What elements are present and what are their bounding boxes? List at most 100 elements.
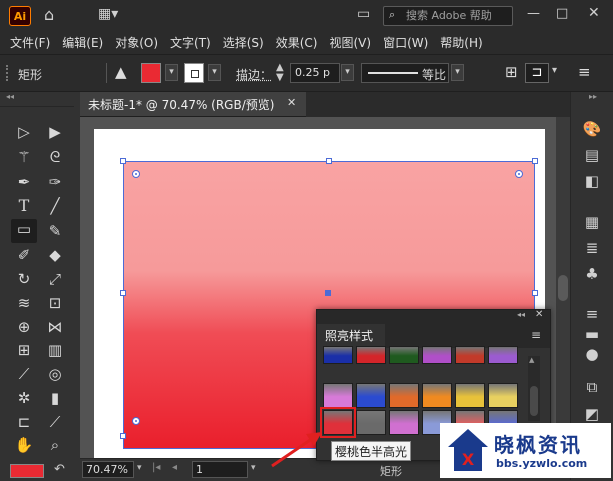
pen-tool-icon[interactable]: ✒ [14, 172, 34, 192]
slice-tool-icon[interactable]: ⟋ [45, 412, 65, 432]
corner-radius-widget[interactable] [515, 170, 523, 178]
zoom-tool-icon[interactable]: ⌕ [45, 435, 65, 455]
eyedropper-tool-icon[interactable]: ⟋ [14, 364, 34, 384]
transparency-panel-icon[interactable]: ● [582, 344, 602, 364]
magic-wand-tool-icon[interactable]: ⚚ [14, 147, 34, 167]
hand-tool-icon[interactable]: ✋ [14, 435, 34, 455]
stroke-weight-dropdown-icon[interactable]: ▾ [341, 64, 354, 81]
document-tab[interactable]: 未标题-1* @ 70.47% (RGB/预览) ✕ [80, 92, 306, 117]
expand-panels-icon[interactable]: ▸▸ [589, 92, 597, 101]
corner-radius-widget[interactable] [132, 170, 140, 178]
stroke-dropdown-icon[interactable]: ▾ [208, 64, 221, 81]
free-transform-tool-icon[interactable]: ⊡ [45, 293, 65, 313]
scroll-up-icon[interactable]: ▲ [529, 356, 534, 364]
align-dropdown-icon[interactable]: ▾ [552, 65, 557, 76]
menu-effect[interactable]: 效果(C) [270, 32, 324, 54]
search-input[interactable]: 搜索 Adobe 帮助 [383, 6, 513, 26]
menu-edit[interactable]: 编辑(E) [56, 32, 109, 54]
blend-tool-icon[interactable]: ◎ [45, 364, 65, 384]
appearance-panel-icon[interactable]: ⧉ [582, 377, 602, 397]
panel-toggle-icon[interactable]: ▭ [357, 6, 370, 22]
minimize-icon[interactable]: — [527, 6, 540, 21]
graphic-style-swatch[interactable] [488, 383, 518, 408]
graphic-style-swatch[interactable] [323, 346, 353, 364]
more-options-icon[interactable]: ≡ [578, 63, 591, 81]
graphic-style-swatch[interactable] [455, 383, 485, 408]
type-tool-icon[interactable]: T [14, 196, 34, 216]
profile-dropdown-icon[interactable]: ▾ [451, 64, 464, 81]
menu-select[interactable]: 选择(S) [217, 32, 270, 54]
graphic-style-swatch[interactable] [356, 383, 386, 408]
selection-tool-icon[interactable]: ▷ [14, 122, 34, 142]
stroke-panel-icon[interactable]: ≡ [582, 304, 602, 324]
properties-panel-icon[interactable]: ▤ [582, 145, 602, 165]
stroke-label[interactable]: 描边： [236, 66, 272, 83]
close-window-icon[interactable]: ✕ [588, 5, 600, 21]
handle-top-right[interactable] [532, 158, 538, 164]
symbols-panel-icon[interactable]: ♣ [582, 264, 602, 284]
drag-handle[interactable] [6, 65, 10, 81]
graphic-style-swatch[interactable] [455, 346, 485, 364]
shaper-tool-icon[interactable]: ✐ [14, 245, 34, 265]
gradient-tool-icon[interactable]: ▥ [45, 340, 65, 360]
panel-scrollbar[interactable]: ▲ [528, 356, 540, 421]
artboard-number-input[interactable]: 1 [192, 461, 248, 478]
handle-top-left[interactable] [120, 158, 126, 164]
close-document-icon[interactable]: ✕ [287, 96, 296, 109]
artboard-dropdown-icon[interactable]: ▾ [251, 463, 256, 473]
perspective-grid-tool-icon[interactable]: ⋈ [45, 317, 65, 337]
graphic-style-swatch[interactable] [323, 383, 353, 408]
fill-stroke-swatch[interactable] [10, 464, 44, 478]
variable-width-profile-select[interactable]: 等比 [361, 63, 449, 83]
arrange-documents-icon[interactable]: ▦▾ [98, 6, 118, 22]
layers-panel-icon[interactable]: ◧ [582, 171, 602, 191]
maximize-icon[interactable]: □ [556, 6, 568, 21]
collapse-panel-icon[interactable]: ◂◂ [517, 310, 525, 319]
handle-bottom-left[interactable] [120, 433, 126, 439]
graphic-style-swatch[interactable] [356, 410, 386, 435]
rotate-tool-icon[interactable]: ↻ [14, 269, 34, 289]
scroll-thumb[interactable] [530, 386, 538, 416]
swap-fill-stroke-icon[interactable]: ↶ [54, 462, 65, 477]
panel-menu-icon[interactable]: ≡ [531, 328, 541, 342]
gradient-panel-icon[interactable]: ▬ [582, 324, 602, 344]
first-artboard-icon[interactable]: |◂ [152, 462, 160, 473]
align-grid-icon[interactable]: ⊞ [505, 63, 518, 81]
scale-tool-icon[interactable]: ⤢ [45, 269, 65, 289]
menu-help[interactable]: 帮助(H) [434, 32, 488, 54]
eraser-tool-icon[interactable]: ◆ [45, 245, 65, 265]
collapse-panel-icon[interactable]: ◂◂ [6, 92, 14, 101]
line-tool-icon[interactable]: ╱ [45, 196, 65, 216]
corner-radius-widget[interactable] [132, 417, 140, 425]
direct-selection-tool-icon[interactable]: ▶ [45, 122, 65, 142]
menu-file[interactable]: 文件(F) [4, 32, 56, 54]
stroke-stepper-icon[interactable]: ▲ ▼ [276, 63, 284, 83]
previous-artboard-icon[interactable]: ◂ [172, 462, 177, 473]
curvature-tool-icon[interactable]: ✑ [45, 172, 65, 192]
graphic-style-swatch[interactable] [422, 383, 452, 408]
column-graph-tool-icon[interactable]: ▮ [45, 388, 65, 408]
paintbrush-tool-icon[interactable]: ✎ [45, 221, 65, 241]
shape-builder-tool-icon[interactable]: ⊕ [14, 317, 34, 337]
graphic-style-swatch[interactable] [389, 383, 419, 408]
handle-middle-left[interactable] [120, 290, 126, 296]
handle-top-middle[interactable] [326, 158, 332, 164]
color-panel-icon[interactable]: 🎨 [582, 119, 602, 139]
zoom-level-input[interactable]: 70.47% [82, 461, 134, 478]
lasso-tool-icon[interactable]: ᘓ [45, 147, 65, 167]
stroke-color-swatch[interactable] [184, 63, 204, 83]
swatches-panel-icon[interactable]: ▦ [582, 212, 602, 232]
scroll-thumb[interactable] [558, 275, 568, 301]
close-panel-icon[interactable]: ✕ [535, 309, 543, 320]
graphic-style-swatch[interactable] [389, 346, 419, 364]
fill-dropdown-icon[interactable]: ▾ [165, 64, 178, 81]
stroke-weight-input[interactable]: 0.25 p [290, 63, 340, 83]
fill-color-swatch[interactable] [141, 63, 161, 83]
vertical-scrollbar[interactable] [556, 117, 570, 458]
home-icon[interactable]: ⌂ [44, 5, 54, 24]
brushes-panel-icon[interactable]: ≣ [582, 238, 602, 258]
menu-view[interactable]: 视图(V) [323, 32, 377, 54]
panel-title-bar[interactable]: ◂◂ ✕ [317, 309, 550, 324]
symbol-sprayer-tool-icon[interactable]: ✲ [14, 388, 34, 408]
graphic-style-swatch[interactable] [356, 346, 386, 364]
